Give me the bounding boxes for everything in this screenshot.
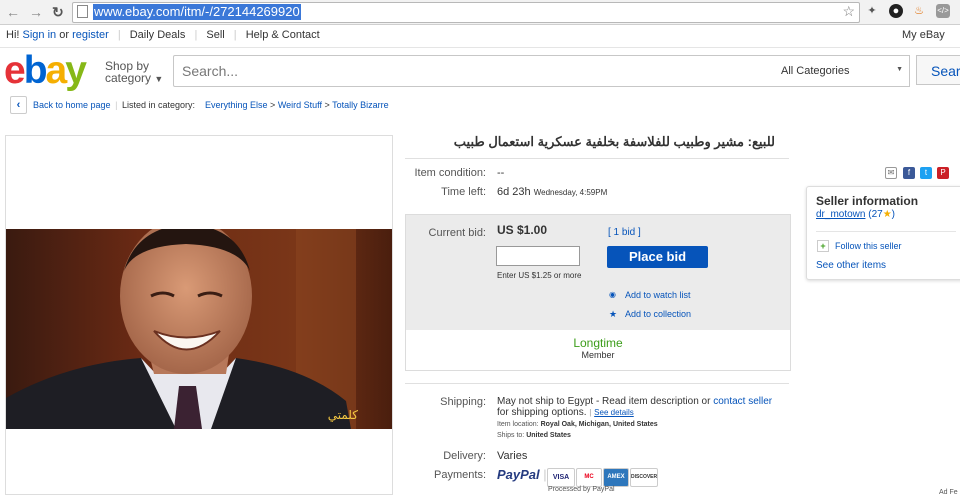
search-placeholder: Search... (182, 63, 239, 79)
sign-in-link[interactable]: Sign in (23, 29, 57, 41)
extension-icon[interactable]: ♨ (912, 4, 926, 18)
ebay-logo[interactable]: ebay (4, 50, 87, 92)
item-image-panel[interactable]: كلمتي (5, 135, 393, 495)
amex-icon: AMEX (603, 468, 629, 487)
condition-label: Item condition: (414, 167, 486, 179)
breadcrumb-cat3[interactable]: Totally Bizarre (332, 100, 389, 110)
chevron-down-icon: ▼ (154, 74, 164, 84)
watch-list-link[interactable]: Add to watch list (625, 290, 691, 300)
see-other-items-link[interactable]: See other items (816, 260, 886, 271)
plus-icon[interactable]: + (817, 240, 829, 252)
bookmark-star-icon[interactable]: ☆ (842, 3, 855, 20)
watermark-text: كلمتي (328, 408, 359, 422)
twitter-icon[interactable]: t (920, 167, 932, 179)
time-left-label: Time left: (441, 186, 486, 198)
bid-count-link[interactable]: [ 1 bid ] (608, 227, 641, 238)
pinterest-icon[interactable]: P (937, 167, 949, 179)
shipping-text: May not ship to Egypt - Read item descri… (497, 396, 773, 418)
processed-by-text: Processed by PayPal (548, 486, 615, 493)
daily-deals-link[interactable]: Daily Deals (130, 29, 186, 41)
condition-value: -- (497, 167, 505, 179)
star-icon: ★ (882, 209, 892, 220)
greeting: Hi! (6, 29, 20, 41)
seller-name-link[interactable]: dr_motown (816, 209, 865, 220)
shipping-label: Shipping: (440, 396, 486, 408)
reload-icon[interactable]: ↻ (52, 3, 64, 21)
url-text: www.ebay.com/itm/-/272144269920 (93, 4, 301, 20)
help-contact-link[interactable]: Help & Contact (246, 29, 320, 41)
time-left-detail: Wednesday, 4:59PM (533, 188, 608, 197)
extension-icon[interactable]: ● (889, 4, 903, 18)
eye-icon: ◉ (609, 290, 616, 299)
time-left-value: 6d 23h (497, 186, 531, 198)
contact-seller-link[interactable]: contact seller (713, 396, 772, 407)
shop-by-category[interactable]: Shop by category ▼ (105, 60, 163, 85)
seller-info-panel: Seller information dr_motown (27★) + Fol… (806, 186, 960, 280)
discover-icon: DISCOVER (630, 468, 658, 487)
seller-info-heading: Seller information (816, 194, 919, 208)
category-select[interactable]: All Categories ▼ (769, 55, 910, 87)
page-icon (77, 5, 88, 18)
ad-feedback-text[interactable]: Ad Fe (939, 489, 958, 496)
extension-icon[interactable]: ✦ (865, 4, 879, 18)
mastercard-icon: MC (576, 468, 602, 487)
search-button[interactable]: Searc (916, 55, 960, 85)
see-details-link[interactable]: See details (594, 408, 634, 417)
email-icon[interactable]: ✉ (885, 167, 897, 179)
bid-input[interactable] (496, 246, 580, 266)
arrow-right-icon[interactable]: → (29, 3, 43, 21)
longtime-text: Longtime (573, 336, 623, 350)
item-title: للبيع: مشير وطبيب للفلاسفة بخلفية عسكرية… (453, 134, 775, 149)
member-text: Member (581, 350, 615, 360)
back-to-home-link[interactable]: Back to home page (33, 100, 111, 110)
bid-box: Current bid: US $1.00 [ 1 bid ] Enter US… (405, 214, 791, 332)
current-bid-label: Current bid: (428, 227, 486, 239)
delivery-label: Delivery: (443, 450, 486, 462)
star-icon: ★ (609, 309, 618, 319)
paypal-logo: PayPal | (497, 467, 547, 482)
arrow-left-icon[interactable]: ← (6, 3, 20, 21)
facebook-icon[interactable]: f (903, 167, 915, 179)
chevron-down-icon: ▼ (896, 66, 903, 73)
register-link[interactable]: register (72, 29, 109, 41)
browser-toolbar: ← → ↻ www.ebay.com/itm/-/272144269920 ☆ … (0, 0, 960, 25)
item-photo: كلمتي (6, 136, 392, 429)
feedback-score[interactable]: (27 (868, 209, 882, 220)
longtime-member-box: Longtime Member (405, 330, 791, 371)
address-bar[interactable]: www.ebay.com/itm/-/272144269920 ☆ (72, 2, 860, 23)
bid-hint: Enter US $1.25 or more (497, 271, 582, 280)
place-bid-button[interactable]: Place bid (607, 246, 708, 268)
collection-link[interactable]: Add to collection (625, 309, 691, 319)
extension-icon[interactable]: </> (936, 4, 950, 18)
search-input[interactable]: Search... (173, 55, 771, 87)
payments-label: Payments: (434, 469, 486, 481)
global-header: Hi! Sign in or register | Daily Deals | … (0, 25, 960, 47)
sell-link[interactable]: Sell (206, 29, 224, 41)
my-ebay-link[interactable]: My eBay (902, 25, 945, 45)
follow-seller-link[interactable]: Follow this seller (835, 241, 902, 251)
breadcrumb-cat1[interactable]: Everything Else (205, 100, 268, 110)
delivery-value: Varies (497, 450, 528, 462)
ships-to: Ships to: United States (497, 432, 571, 439)
current-bid-value: US $1.00 (497, 223, 548, 237)
or-text: or (59, 29, 69, 41)
chevron-left-icon[interactable]: ‹ (10, 96, 27, 114)
item-location: Item location: Royal Oak, Michigan, Unit… (497, 421, 658, 428)
breadcrumb-cat2[interactable]: Weird Stuff (278, 100, 322, 110)
visa-icon: VISA (547, 468, 575, 487)
